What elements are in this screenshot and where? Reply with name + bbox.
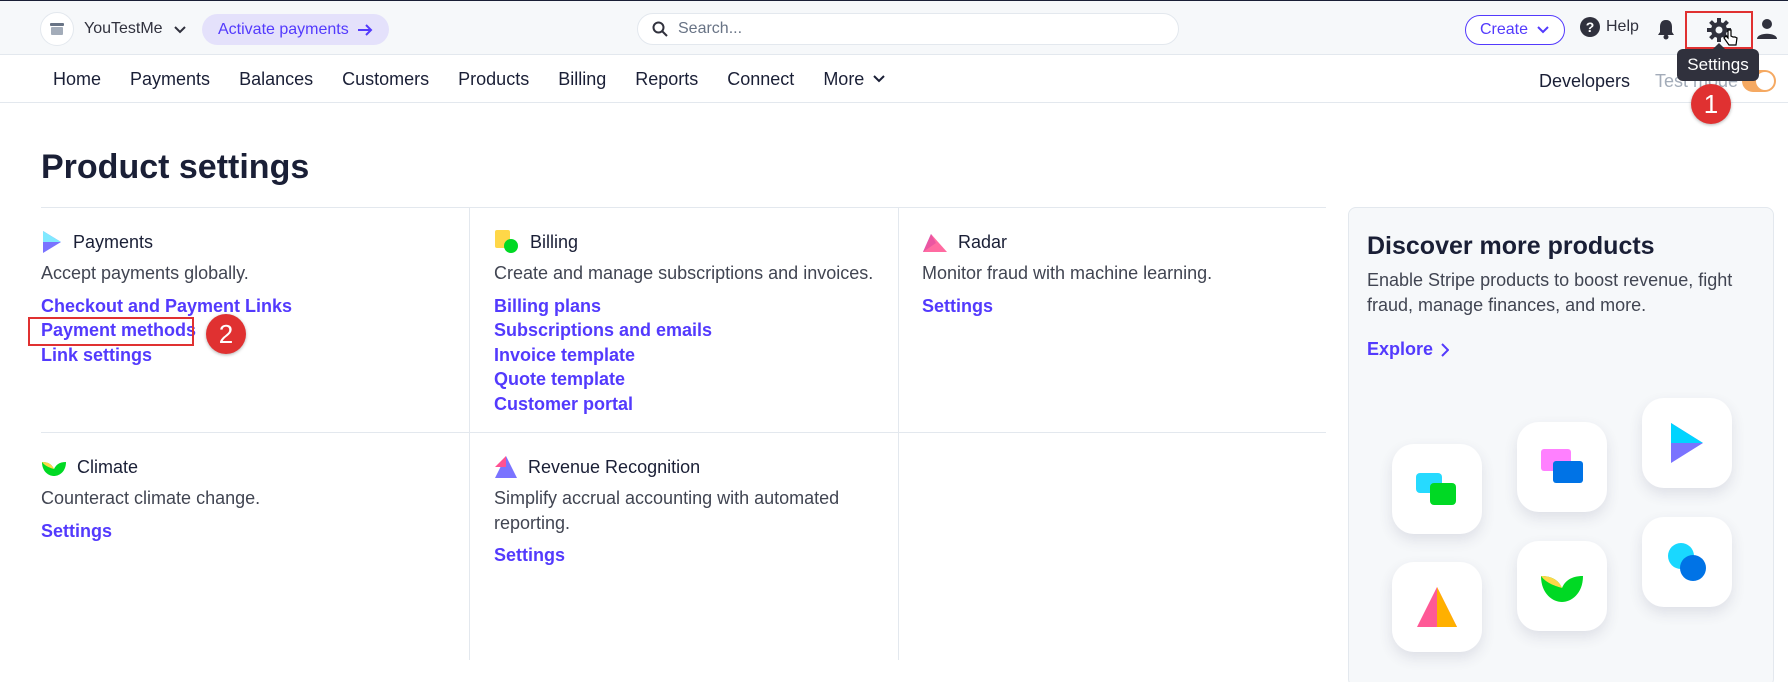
checkout-payment-links-link[interactable]: Checkout and Payment Links — [41, 294, 292, 319]
climate-settings-link[interactable]: Settings — [41, 519, 260, 544]
payment-methods-highlight — [28, 317, 194, 346]
help-icon: ? — [1580, 17, 1600, 37]
quote-template-link[interactable]: Quote template — [494, 367, 873, 392]
radar-settings-link[interactable]: Settings — [922, 294, 1212, 319]
revenue-recognition-desc: Simplify accrual accounting with automat… — [494, 488, 840, 533]
grid-divider — [898, 208, 899, 660]
grid-divider — [41, 432, 1326, 433]
chevron-down-icon — [173, 26, 186, 34]
customer-portal-link[interactable]: Customer portal — [494, 392, 873, 417]
top-bar: YouTestMe Activate payments Create ? Hel… — [0, 0, 1788, 55]
climate-product-icon — [1517, 541, 1607, 631]
nav-reports[interactable]: Reports — [635, 69, 698, 90]
explore-link[interactable]: Explore — [1367, 339, 1450, 360]
account-name: YouTestMe — [84, 20, 163, 37]
help-button[interactable]: ? Help — [1580, 17, 1639, 37]
step-1-badge: 1 — [1691, 84, 1731, 124]
nav-payments[interactable]: Payments — [130, 69, 210, 90]
chevron-down-icon — [1537, 26, 1549, 34]
billing-title: Billing — [530, 231, 579, 252]
connect-product-icon — [1392, 444, 1482, 534]
billing-desc: Create and manage subscriptions and invo… — [494, 263, 874, 283]
billing-plans-link[interactable]: Billing plans — [494, 294, 873, 319]
revenue-recognition-card: Revenue Recognition Simplify accrual acc… — [494, 454, 884, 568]
search-input[interactable] — [678, 20, 1158, 38]
invoice-template-link[interactable]: Invoice template — [494, 343, 873, 368]
store-icon — [40, 12, 74, 46]
radar-card: Radar Monitor fraud with machine learnin… — [922, 229, 1212, 318]
nav-home[interactable]: Home — [53, 69, 101, 90]
create-label: Create — [1480, 21, 1529, 38]
activate-payments-label: Activate payments — [218, 20, 349, 38]
discover-panel: Discover more products Enable Stripe pro… — [1348, 207, 1774, 682]
nav-products[interactable]: Products — [458, 69, 529, 90]
atlas-product-icon — [1392, 562, 1482, 652]
identity-product-icon — [1642, 517, 1732, 607]
hand-cursor-icon — [1723, 29, 1738, 46]
nav-billing[interactable]: Billing — [558, 69, 606, 90]
help-label: Help — [1606, 18, 1639, 35]
settings-tooltip: Settings — [1677, 43, 1759, 81]
radar-title: Radar — [958, 231, 1008, 252]
issuing-product-icon — [1517, 422, 1607, 512]
activate-payments-button[interactable]: Activate payments — [202, 14, 389, 45]
bell-icon[interactable] — [1656, 18, 1676, 40]
billing-card: Billing Create and manage subscriptions … — [494, 229, 873, 416]
grid-divider — [469, 208, 470, 660]
developers-link[interactable]: Developers — [1539, 71, 1630, 92]
climate-title: Climate — [77, 456, 139, 477]
nav-balances[interactable]: Balances — [239, 69, 313, 90]
nav-more-label: More — [823, 68, 865, 89]
revenue-recognition-icon — [495, 456, 517, 478]
account-switcher[interactable]: YouTestMe — [40, 12, 187, 46]
payments-title: Payments — [73, 231, 154, 252]
nav-connect[interactable]: Connect — [727, 69, 794, 90]
step-2-badge: 2 — [206, 314, 246, 354]
search-bar[interactable] — [637, 13, 1179, 45]
radar-desc: Monitor fraud with machine learning. — [922, 263, 1213, 283]
discover-desc: Enable Stripe products to boost revenue,… — [1367, 270, 1733, 315]
user-icon[interactable] — [1756, 18, 1778, 40]
link-settings-link[interactable]: Link settings — [41, 343, 292, 368]
main-nav: Home Payments Balances Customers Product… — [0, 55, 1788, 103]
radar-icon — [923, 234, 947, 252]
create-button[interactable]: Create — [1465, 15, 1566, 45]
revenue-recognition-title: Revenue Recognition — [528, 456, 701, 477]
subscriptions-emails-link[interactable]: Subscriptions and emails — [494, 318, 873, 343]
climate-desc: Counteract climate change. — [41, 488, 261, 508]
payments-icon — [43, 231, 61, 253]
billing-icon — [495, 230, 518, 253]
grid-divider — [41, 207, 1326, 208]
arrow-right-icon — [357, 23, 373, 36]
discover-title: Discover more products — [1367, 232, 1655, 260]
search-icon — [652, 21, 668, 37]
climate-icon — [42, 462, 66, 476]
chevron-right-icon — [1441, 342, 1450, 357]
payments-desc: Accept payments globally. — [41, 263, 249, 283]
page-title: Product settings — [41, 148, 310, 186]
payments-product-icon — [1642, 398, 1732, 488]
climate-card: Climate Counteract climate change. Setti… — [41, 454, 260, 543]
nav-items: Home Payments Balances Customers Product… — [53, 55, 886, 103]
explore-label: Explore — [1367, 339, 1434, 359]
nav-customers[interactable]: Customers — [342, 69, 429, 90]
nav-more[interactable]: More — [823, 69, 886, 90]
payments-card: Payments Accept payments globally. Check… — [41, 229, 292, 367]
chevron-down-icon — [873, 75, 886, 83]
revenue-recognition-settings-link[interactable]: Settings — [494, 543, 884, 568]
